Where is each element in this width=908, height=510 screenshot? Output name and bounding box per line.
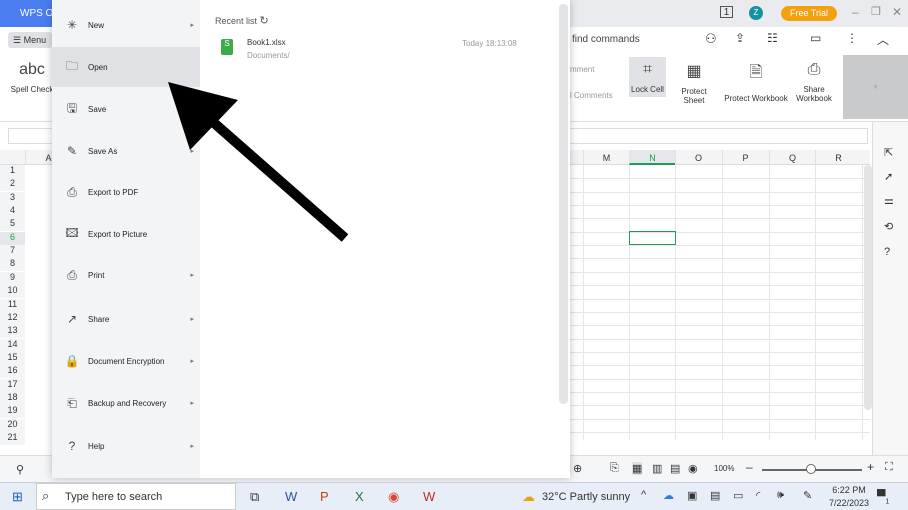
windows-start-icon[interactable]: ⊞ <box>12 489 23 505</box>
tray-chevron-icon[interactable]: ^ <box>641 489 646 501</box>
clock[interactable]: 6:22 PM 7/22/2023 <box>829 485 869 508</box>
powerpoint-icon[interactable]: P <box>320 489 329 504</box>
wps-icon[interactable]: W <box>423 489 435 504</box>
annotation-arrow <box>168 82 349 242</box>
battery-icon[interactable]: ▭ <box>733 489 743 502</box>
app-tray-icon[interactable]: ▤ <box>710 489 720 502</box>
wifi-icon[interactable]: ◜ <box>756 489 760 502</box>
word-icon[interactable]: W <box>285 489 297 504</box>
task-view-icon[interactable]: ⧉ <box>250 489 259 505</box>
taskbar-search[interactable]: Type here to search <box>36 483 236 510</box>
pen-icon[interactable]: ✎ <box>803 489 812 502</box>
windows-taskbar: ⊞ Type here to search ⌕ ⧉ W P X ◉ W ☁ 32… <box>0 482 908 510</box>
chrome-icon[interactable]: ◉ <box>388 489 399 505</box>
excel-icon[interactable]: X <box>355 489 364 504</box>
arrow-shaft <box>201 111 349 242</box>
search-icon: ⌕ <box>42 488 50 503</box>
cloud-icon[interactable]: ☁ <box>663 489 674 502</box>
meet-icon[interactable]: ▣ <box>687 489 697 502</box>
notifications-icon[interactable]: ▀1 <box>877 489 889 505</box>
volume-icon[interactable]: 🕪 <box>777 489 784 502</box>
weather-text[interactable]: 32°C Partly sunny <box>542 491 630 503</box>
weather-icon: ☁ <box>522 489 535 504</box>
